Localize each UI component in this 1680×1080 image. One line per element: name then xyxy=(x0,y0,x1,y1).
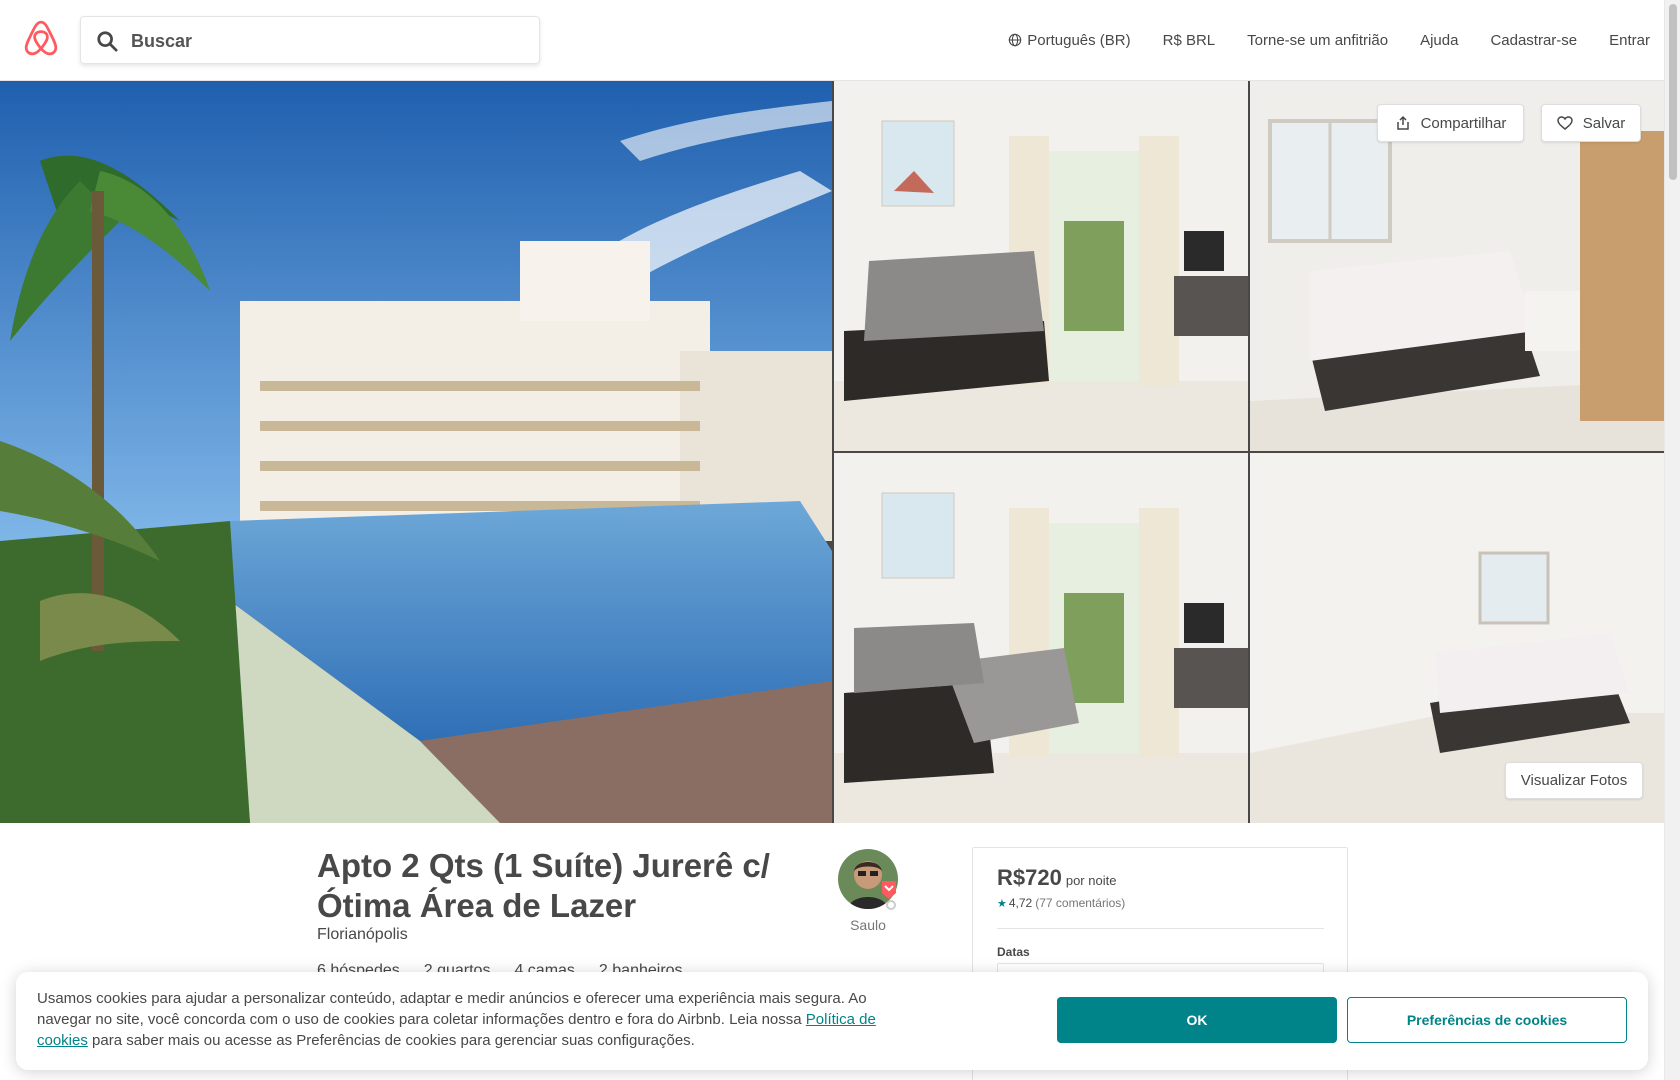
share-label: Compartilhar xyxy=(1420,114,1507,132)
rating[interactable]: ★ 4,72 (77 comentários) xyxy=(997,896,1125,910)
living-room-sofabed-image xyxy=(834,453,1248,823)
nav-login[interactable]: Entrar xyxy=(1609,32,1650,49)
star-icon: ★ xyxy=(997,897,1007,910)
top-header: Português (BR) R$ BRL Torne-se um anfitr… xyxy=(0,0,1664,81)
price-per-night: por noite xyxy=(1065,873,1117,888)
nav-help[interactable]: Ajuda xyxy=(1420,32,1458,49)
listing-title: Apto 2 Qts (1 Suíte) Jurerê c/ Ótima Áre… xyxy=(317,847,770,924)
photo-gallery: Compartilhar Salvar Visualizar Fotos xyxy=(0,81,1664,823)
host-status-dot xyxy=(886,900,896,910)
booking-divider xyxy=(997,928,1324,929)
cookie-preferences-button[interactable]: Preferências de cookies xyxy=(1347,997,1627,1043)
save-label: Salvar xyxy=(1582,114,1626,132)
nav-become-host[interactable]: Torne-se um anfitrião xyxy=(1247,32,1388,49)
nav-language-label: Português (BR) xyxy=(1027,31,1131,49)
gallery-photo-4[interactable] xyxy=(834,453,1248,823)
price-value: R$720 xyxy=(997,865,1062,890)
nav-currency[interactable]: R$ BRL xyxy=(1163,32,1216,49)
cookie-text: Usamos cookies para ajudar a personaliza… xyxy=(37,988,907,1051)
search-icon xyxy=(97,31,118,52)
review-count: (77 comentários) xyxy=(1035,896,1126,910)
share-icon xyxy=(1396,115,1409,130)
globe-icon xyxy=(1008,33,1022,47)
heart-icon xyxy=(1556,116,1573,130)
cookie-text-before: Usamos cookies para ajudar a personaliza… xyxy=(37,990,867,1028)
cookie-ok-button[interactable]: OK xyxy=(1057,997,1337,1043)
pool-building-image xyxy=(0,81,832,823)
page-scrollbar[interactable] xyxy=(1664,0,1680,1080)
top-nav: Português (BR) R$ BRL Torne-se um anfitr… xyxy=(976,0,1650,80)
cookie-banner: Usamos cookies para ajudar a personaliza… xyxy=(16,972,1648,1070)
rating-value: 4,72 xyxy=(1008,896,1033,910)
view-photos-button[interactable]: Visualizar Fotos xyxy=(1505,762,1643,799)
superhost-badge-icon xyxy=(882,881,896,899)
gallery-photo-2[interactable] xyxy=(834,81,1248,451)
price: R$720 por noite xyxy=(997,865,1116,891)
airbnb-logo-icon[interactable] xyxy=(24,20,58,56)
cookie-text-after: para saber mais ou acesse as Preferência… xyxy=(87,1032,695,1049)
save-button[interactable]: Salvar xyxy=(1541,104,1641,142)
dates-label: Datas xyxy=(997,945,1030,959)
gallery-photo-main[interactable] xyxy=(0,81,832,823)
living-room-image xyxy=(834,81,1248,451)
listing-location[interactable]: Florianópolis xyxy=(317,926,408,944)
search-input[interactable] xyxy=(131,27,521,55)
nav-signup[interactable]: Cadastrar-se xyxy=(1490,32,1577,49)
host-name[interactable]: Saulo xyxy=(838,917,898,933)
search-bar[interactable] xyxy=(80,16,540,64)
scrollbar-thumb[interactable] xyxy=(1669,4,1677,180)
share-button[interactable]: Compartilhar xyxy=(1377,104,1524,142)
nav-language[interactable]: Português (BR) xyxy=(1008,31,1131,49)
